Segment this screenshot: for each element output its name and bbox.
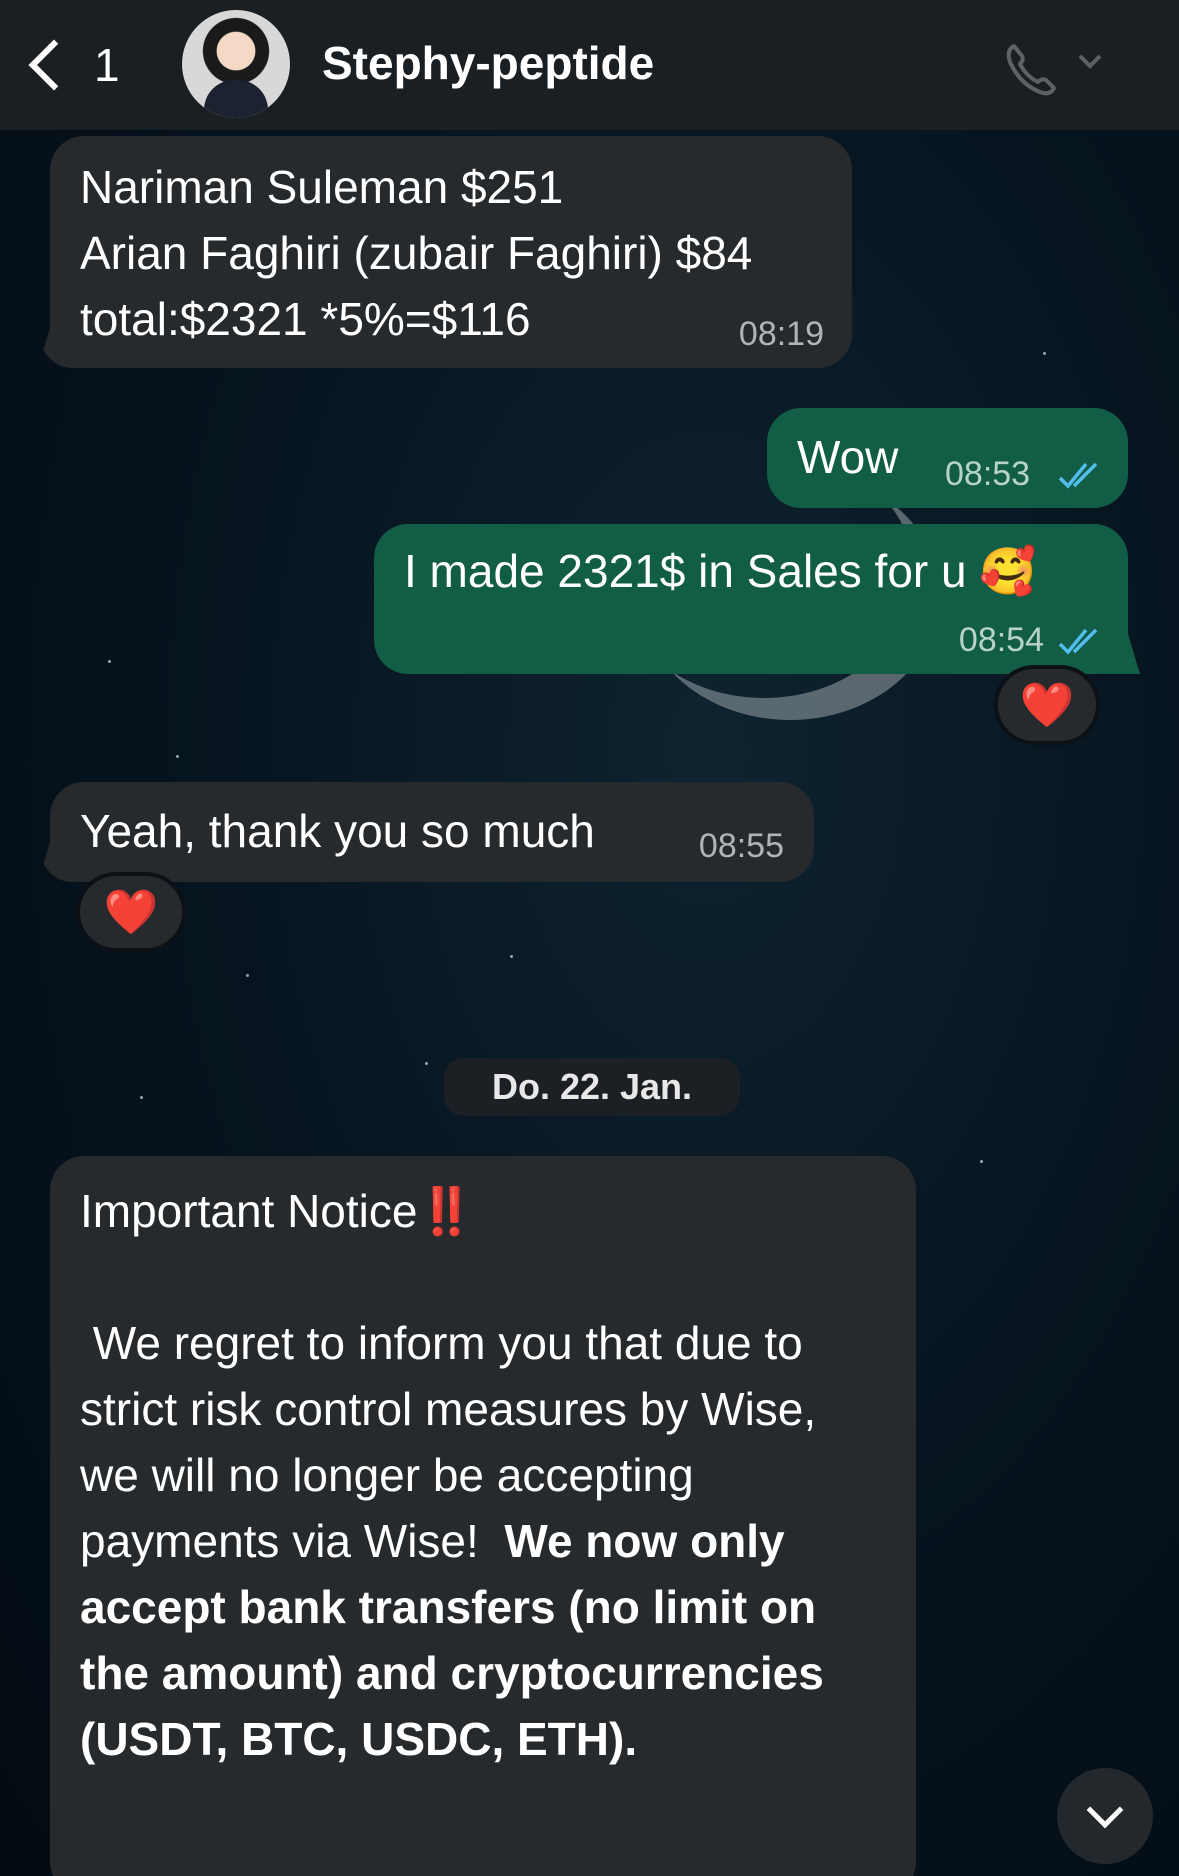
back-chevron-icon (28, 39, 80, 91)
double-check-icon (1058, 462, 1098, 489)
message-line: total:$2321 *5%=$116 (80, 293, 531, 345)
star-decoration (246, 974, 249, 977)
avatar-figure (204, 80, 268, 118)
message-text: Yeah, thank you so much (80, 805, 595, 857)
scroll-to-bottom-button[interactable] (1057, 1768, 1153, 1864)
message-time: 08:53 (945, 455, 1031, 493)
message-line: Nariman Suleman $251 (80, 161, 564, 213)
avatar[interactable] (182, 10, 290, 118)
message-time: 08:19 (738, 315, 824, 353)
back-button[interactable]: 1 (22, 30, 142, 100)
star-decoration (108, 660, 111, 663)
chat-header: 1 Stephy-peptide (0, 0, 1179, 130)
reaction-badge[interactable]: ❤️ (994, 665, 1100, 745)
double-exclamation-icon: ‼️ (417, 1185, 474, 1237)
message-line: Arian Faghiri (zubair Faghiri) $84 (80, 227, 753, 279)
notice-title: Important Notice (80, 1185, 418, 1237)
call-button[interactable] (1000, 36, 1120, 96)
star-decoration (980, 1160, 983, 1163)
star-decoration (1043, 352, 1046, 355)
scroll-down-icon (1086, 1791, 1124, 1829)
phone-icon (1006, 44, 1102, 96)
message-bubble-incoming[interactable]: Important Notice‼️ We regret to inform y… (50, 1156, 916, 1876)
message-text: Wow (797, 431, 899, 483)
chevron-down-icon (1078, 54, 1102, 69)
date-separator: Do. 22. Jan. (444, 1058, 740, 1116)
star-decoration (510, 955, 513, 958)
star-decoration (176, 755, 179, 758)
notice-body: We regret to inform you that due to stri… (80, 1310, 886, 1772)
unread-count: 1 (94, 39, 120, 91)
star-decoration (425, 1062, 428, 1065)
message-bubble-incoming[interactable]: Yeah, thank you so much 08:55 (38, 782, 814, 882)
contact-name[interactable]: Stephy-peptide (322, 36, 654, 90)
double-check-icon (1058, 628, 1098, 655)
message-bubble-outgoing[interactable]: Wow 08:53 (767, 408, 1128, 508)
message-bubble-incoming[interactable]: Nariman Suleman $251 Arian Faghiri (zuba… (38, 136, 852, 368)
star-decoration (140, 1096, 143, 1099)
notice-title-row: Important Notice‼️ (80, 1178, 886, 1244)
message-time: 08:54 (958, 621, 1044, 659)
message-time: 08:55 (698, 827, 784, 865)
message-bubble-outgoing[interactable]: I made 2321$ in Sales for u 🥰 08:54 (374, 524, 1140, 674)
message-text: I made 2321$ in Sales for u 🥰 (404, 545, 1037, 597)
reaction-badge[interactable]: ❤️ (76, 872, 186, 952)
